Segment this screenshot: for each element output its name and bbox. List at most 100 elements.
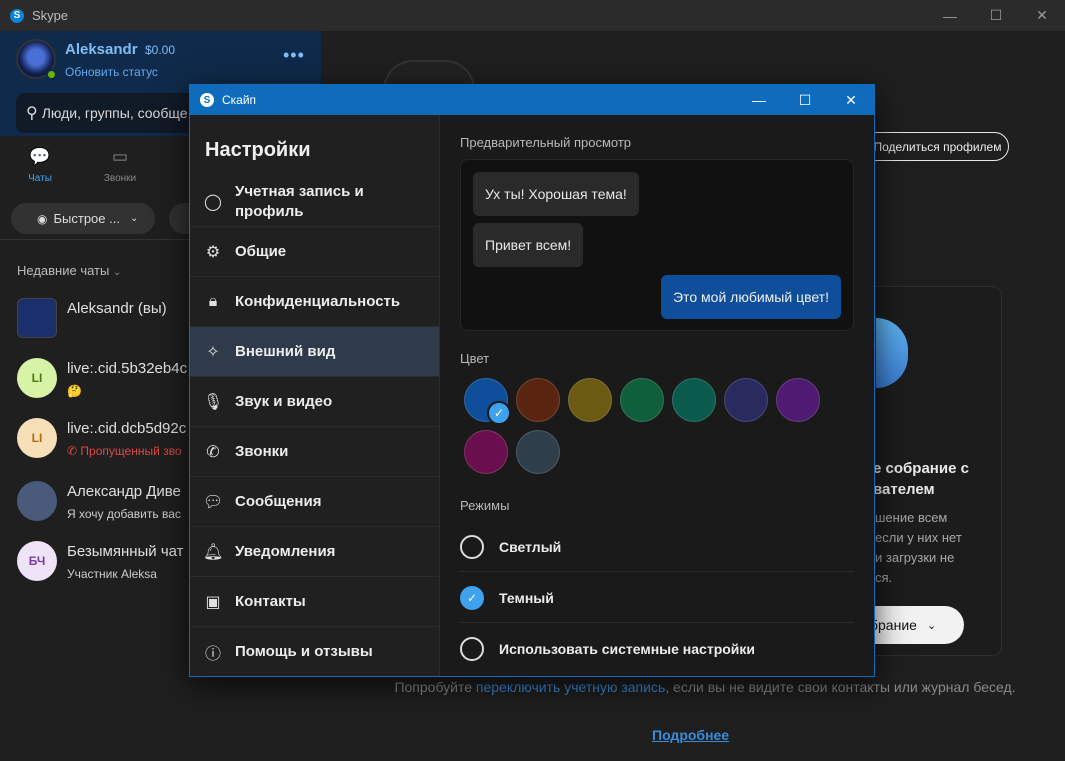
sidebar-item-general[interactable]: ⚙ Общие — [190, 227, 439, 277]
sidebar-item-label: Сообщения — [235, 492, 322, 510]
camera-icon: ◉ — [37, 211, 48, 226]
sidebar-item-privacy[interactable]: 🔒︎ Конфиденциальность — [190, 277, 439, 327]
maximize-icon[interactable]: ☐ — [782, 85, 828, 115]
preview-message-incoming: Ух ты! Хорошая тема! — [473, 172, 639, 216]
sidebar-item-help[interactable]: ⓘ Помощь и отзывы — [190, 627, 439, 677]
chevron-down-icon: ⌄ — [112, 267, 122, 278]
chat-name: Александр Диве — [67, 483, 181, 500]
chat-name: live:.cid.5b32eb4c — [67, 360, 188, 377]
chat-icon: 💬 — [29, 147, 51, 166]
mode-label: Использовать системные настройки — [499, 641, 756, 657]
color-swatch[interactable] — [672, 378, 716, 422]
sidebar-item-calls[interactable]: ✆ Звонки — [190, 427, 439, 477]
minimize-icon[interactable]: — — [736, 85, 782, 115]
sidebar-item-messages[interactable]: 💬︎ Сообщения — [190, 477, 439, 527]
lock-icon: 🔒︎ — [208, 292, 218, 310]
promo-text-line: если у них нет — [875, 530, 962, 545]
missed-call-icon: ✆ — [67, 444, 81, 458]
dialog-title: Скайп — [222, 93, 257, 107]
recent-chats-header[interactable]: Недавние чаты ⌄ — [17, 263, 121, 278]
color-swatch[interactable] — [464, 430, 508, 474]
sidebar-item-label: Контакты — [235, 592, 306, 610]
missed-call-preview: ✆ Пропущенный зво — [67, 444, 182, 458]
radio-button-checked[interactable]: ✓ — [460, 585, 484, 610]
minimize-icon[interactable]: — — [927, 0, 973, 31]
sidebar-item-label: Общие — [235, 242, 287, 260]
mode-option-light[interactable]: Светлый — [460, 522, 854, 572]
radio-button[interactable] — [460, 637, 484, 661]
mode-option-dark[interactable]: ✓ Темный — [460, 573, 854, 623]
color-swatch[interactable] — [568, 378, 612, 422]
settings-heading: Настройки — [205, 139, 311, 161]
chat-name: live:.cid.dcb5d92c — [67, 420, 187, 437]
update-status-link[interactable]: Обновить статус — [65, 65, 158, 79]
skype-logo-icon: S — [200, 93, 214, 107]
checkmark-icon: ✓ — [487, 401, 511, 425]
promo-text-line: шение всем — [875, 510, 948, 525]
chat-preview: 🤔 — [67, 384, 82, 398]
maximize-icon[interactable]: ☐ — [973, 0, 1019, 31]
footer-text: Попробуйте переключить учетную запись, е… — [365, 677, 1045, 697]
promo-title-line: е собрание с — [873, 460, 969, 477]
mode-option-system[interactable]: Использовать системные настройки — [460, 624, 854, 674]
user-name[interactable]: Aleksandr — [65, 41, 138, 58]
person-icon: ◯ — [204, 193, 222, 211]
promo-text: шение всем если у них нет и загрузки не … — [875, 508, 962, 588]
color-swatch[interactable] — [776, 378, 820, 422]
gear-icon: ⚙ — [205, 243, 221, 261]
color-swatch[interactable] — [620, 378, 664, 422]
share-profile-button[interactable]: Поделиться профилем — [860, 132, 1009, 161]
microphone-icon: 🎙︎ — [203, 393, 224, 411]
skype-logo-icon: S — [10, 8, 24, 23]
promo-text-line: ся. — [875, 570, 893, 585]
info-icon: ⓘ — [204, 646, 221, 663]
color-swatch[interactable]: ✓ — [464, 378, 511, 425]
modes-label: Режимы — [460, 498, 510, 513]
create-meeting-label: брание — [870, 617, 917, 633]
create-meeting-button[interactable]: брание ⌄ — [860, 606, 964, 644]
color-swatch[interactable] — [724, 378, 768, 422]
mode-label: Светлый — [499, 538, 562, 555]
sidebar-item-notifications[interactable]: 🔔︎ Уведомления — [190, 527, 439, 577]
sidebar-item-account[interactable]: ◯ Учетная запись и профиль — [190, 177, 439, 227]
color-label: Цвет — [460, 351, 490, 366]
magic-wand-icon: ✧ — [206, 343, 220, 361]
tab-chats[interactable]: 💬 Чаты — [0, 147, 80, 197]
color-swatch[interactable] — [516, 430, 560, 474]
search-icon: ⚲ — [26, 105, 38, 122]
tab-calls[interactable]: ▭ Звонки — [80, 147, 160, 197]
quick-meeting-button[interactable]: ◉ Быстрое ... ⌄ — [11, 203, 155, 234]
app-title: Skype — [32, 8, 69, 23]
radio-button[interactable] — [460, 534, 484, 559]
avatar: LI — [17, 358, 57, 398]
sidebar-item-label: Учетная запись и профиль — [235, 182, 364, 220]
preview-label: Предварительный просмотр — [460, 135, 632, 150]
sidebar-item-label: Уведомления — [235, 542, 336, 560]
online-status-icon — [46, 69, 57, 80]
chat-preview: Участник Aleksa — [67, 567, 157, 581]
balance[interactable]: $0.00 — [145, 43, 175, 57]
promo-text-line: и загрузки не — [875, 550, 955, 565]
avatar — [17, 481, 57, 521]
chat-preview: Я хочу добавить вас — [67, 507, 181, 521]
more-options-icon[interactable]: ••• — [283, 45, 305, 66]
sidebar-item-label: Звук и видео — [235, 392, 333, 410]
footer-suffix: , если вы не видите свои контакты или жу… — [665, 679, 1016, 695]
close-icon[interactable]: ✕ — [828, 85, 874, 115]
app-titlebar: S Skype — ☐ ✕ — [0, 0, 1065, 31]
color-swatch[interactable] — [516, 378, 560, 422]
phone-icon: ✆ — [206, 443, 220, 461]
chat-name: Безымянный чат — [67, 543, 184, 560]
promo-title-line: вателем — [873, 481, 935, 498]
video-icon: ▭ — [111, 147, 129, 166]
close-icon[interactable]: ✕ — [1019, 0, 1065, 31]
switch-account-link[interactable]: переключить учетную запись — [476, 679, 665, 695]
chevron-down-icon: ⌄ — [129, 213, 139, 224]
chat-name: Aleksandr (вы) — [67, 300, 167, 317]
sidebar-item-appearance[interactable]: ✧ Внешний вид — [190, 327, 439, 377]
sidebar-item-audio-video[interactable]: 🎙︎ Звук и видео — [190, 377, 439, 427]
learn-more-link[interactable]: Подробнее — [652, 727, 729, 743]
sidebar-item-label: Звонки — [235, 442, 289, 460]
tab-label: Чаты — [28, 173, 52, 184]
sidebar-item-contacts[interactable]: ▣ Контакты — [190, 577, 439, 627]
